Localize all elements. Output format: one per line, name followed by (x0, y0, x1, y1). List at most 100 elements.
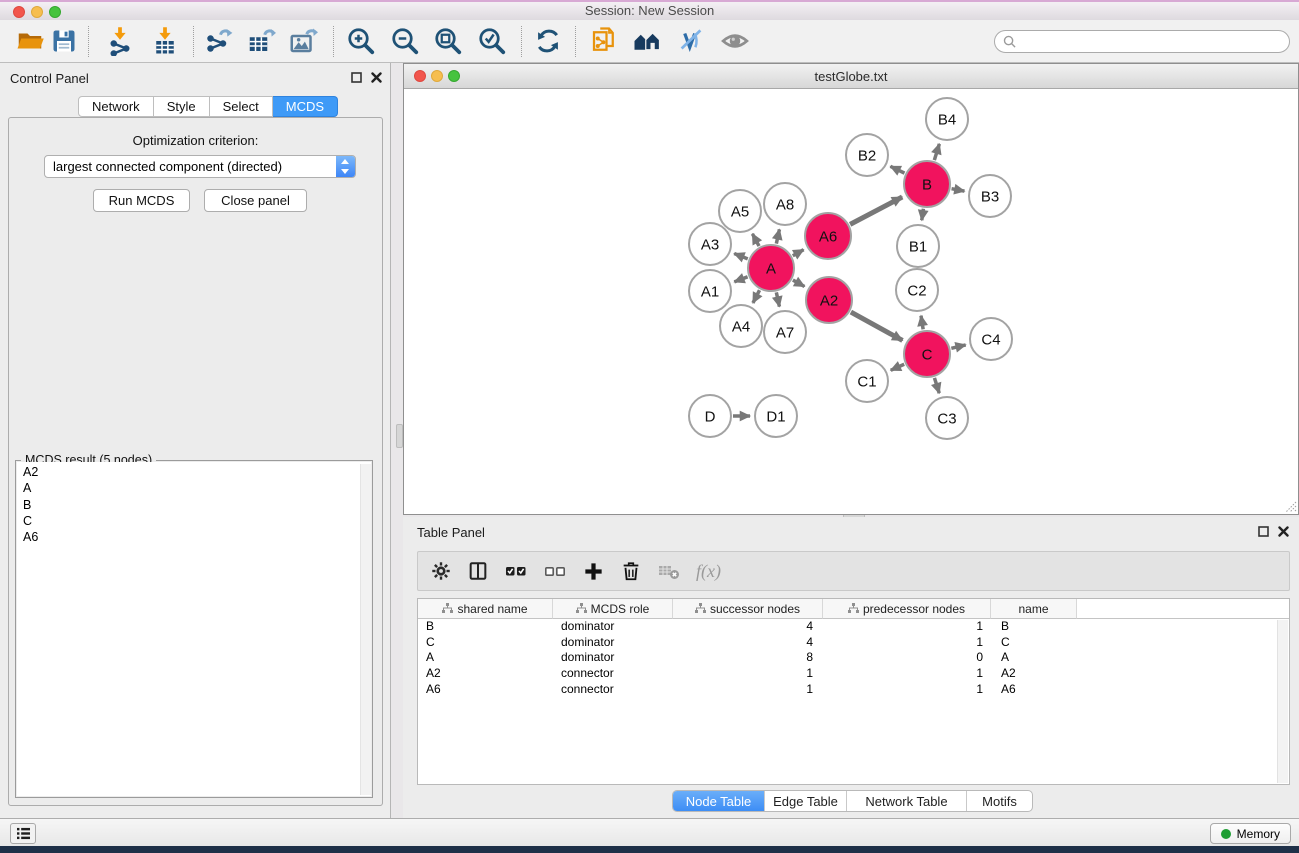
graph-edge-C-C2[interactable] (921, 316, 923, 330)
cell[interactable]: dominator (553, 635, 673, 651)
close-window-button[interactable] (13, 6, 25, 18)
import-table-button[interactable] (147, 23, 183, 59)
scrollbar-track[interactable] (1277, 620, 1288, 783)
refresh-view-button[interactable] (530, 23, 566, 59)
open-file-button[interactable] (12, 23, 48, 59)
mcds-result-item[interactable]: A (17, 480, 371, 496)
import-network-button[interactable] (102, 23, 138, 59)
graph-edge-A-A5[interactable] (752, 234, 759, 246)
mcds-result-item[interactable]: A2 (17, 464, 371, 480)
search-input[interactable] (1016, 34, 1281, 50)
network-window-titlebar[interactable]: testGlobe.txt (404, 64, 1298, 89)
network-canvas[interactable]: B4B2BB3B1A5A8A6A3AA1A2A4A7C2CC4C1C3DD1 (404, 89, 1298, 514)
graph-edge-A-A8[interactable] (776, 229, 779, 243)
cell[interactable]: dominator (553, 619, 673, 635)
close-network-button[interactable] (414, 70, 426, 82)
float-panel-icon[interactable] (351, 72, 362, 83)
table-row[interactable]: A6connector11A6 (418, 682, 1289, 698)
column-header-predecessor-nodes[interactable]: predecessor nodes (823, 599, 991, 619)
copy-network-button[interactable] (586, 23, 622, 59)
graph-edge-A-A2[interactable] (793, 280, 805, 286)
table-row[interactable]: Cdominator41C (418, 635, 1289, 651)
table-settings-gear-icon[interactable] (430, 560, 452, 582)
zoom-window-button[interactable] (49, 6, 61, 18)
graph-edge-A-A1[interactable] (734, 277, 747, 282)
function-builder-button[interactable]: f(x) (696, 561, 721, 582)
cell[interactable]: 4 (673, 619, 823, 635)
cell[interactable]: 1 (673, 682, 823, 698)
cell[interactable]: 1 (673, 666, 823, 682)
memory-button[interactable]: Memory (1210, 823, 1291, 844)
column-header-mcds-role[interactable]: MCDS role (553, 599, 673, 619)
cell[interactable]: 4 (673, 635, 823, 651)
zoom-fit-button[interactable] (430, 23, 466, 59)
tab-node-table[interactable]: Node Table (673, 791, 764, 811)
close-panel-button[interactable]: Close panel (204, 189, 307, 212)
cell[interactable]: A6 (991, 682, 1077, 698)
graph-edge-A2-C[interactable] (851, 312, 903, 340)
show-all-networks-button[interactable] (629, 23, 665, 59)
close-panel-icon[interactable] (371, 72, 382, 83)
mcds-result-item[interactable]: B (17, 497, 371, 513)
close-panel-icon[interactable] (1278, 526, 1289, 537)
mcds-result-item[interactable]: C (17, 513, 371, 529)
cell[interactable]: A (991, 650, 1077, 666)
tab-style[interactable]: Style (154, 96, 210, 117)
unselect-all-columns-icon[interactable] (543, 559, 567, 583)
cell[interactable]: 1 (823, 619, 991, 635)
table-row[interactable]: Bdominator41B (418, 619, 1289, 635)
cell[interactable]: A2 (991, 666, 1077, 682)
graph-edge-B-B3[interactable] (952, 189, 965, 191)
cell[interactable]: connector (553, 666, 673, 682)
cell[interactable]: dominator (553, 650, 673, 666)
toggle-bird-eye-view-button[interactable] (717, 23, 753, 59)
graph-edge-C-C1[interactable] (891, 364, 904, 370)
graph-edge-A-A3[interactable] (734, 254, 748, 259)
tab-network[interactable]: Network (78, 96, 154, 117)
zoom-out-button[interactable] (387, 23, 423, 59)
graph-edge-C-C4[interactable] (951, 345, 965, 348)
resize-grip-icon[interactable] (1283, 499, 1297, 513)
vertical-splitter-handle[interactable] (396, 424, 403, 448)
graph-edge-A6-B[interactable] (850, 197, 902, 224)
minimize-window-button[interactable] (31, 6, 43, 18)
minimize-network-button[interactable] (431, 70, 443, 82)
task-history-button[interactable] (10, 823, 36, 844)
column-header-shared-name[interactable]: shared name (418, 599, 553, 619)
cell[interactable]: connector (553, 682, 673, 698)
zoom-in-button[interactable] (343, 23, 379, 59)
export-image-button[interactable] (285, 23, 321, 59)
cell[interactable]: 1 (823, 635, 991, 651)
tab-motifs[interactable]: Motifs (966, 791, 1032, 811)
export-table-button[interactable] (243, 23, 279, 59)
cell[interactable]: 1 (823, 682, 991, 698)
export-network-button[interactable] (200, 23, 236, 59)
graph-edge-A-A7[interactable] (776, 292, 779, 306)
cell[interactable]: 8 (673, 650, 823, 666)
cell[interactable]: A2 (418, 666, 553, 682)
run-mcds-button[interactable]: Run MCDS (93, 189, 190, 212)
save-session-button[interactable] (46, 23, 82, 59)
graph-edge-C-C3[interactable] (934, 378, 939, 393)
tab-select[interactable]: Select (210, 96, 273, 117)
cell[interactable]: 1 (823, 666, 991, 682)
graph-edge-B-B2[interactable] (890, 166, 904, 173)
cell[interactable]: A (418, 650, 553, 666)
table-row[interactable]: Adominator80A (418, 650, 1289, 666)
column-header-name[interactable]: name (991, 599, 1077, 619)
criterion-dropdown[interactable]: largest connected component (directed) (44, 155, 356, 178)
graph-edge-B-B4[interactable] (934, 144, 939, 160)
tab-edge-table[interactable]: Edge Table (764, 791, 846, 811)
mcds-result-item[interactable]: A6 (17, 529, 371, 545)
graph-edge-A-A6[interactable] (793, 250, 804, 256)
cell[interactable]: C (418, 635, 553, 651)
tab-mcds[interactable]: MCDS (273, 96, 338, 117)
cell[interactable]: 0 (823, 650, 991, 666)
column-header-successor-nodes[interactable]: successor nodes (673, 599, 823, 619)
delete-columns-trash-icon[interactable] (620, 560, 642, 582)
graph-edge-A-A4[interactable] (753, 290, 760, 303)
cell[interactable]: C (991, 635, 1077, 651)
add-column-icon[interactable] (582, 560, 605, 583)
cell[interactable]: B (991, 619, 1077, 635)
show-columns-icon[interactable] (467, 560, 489, 582)
